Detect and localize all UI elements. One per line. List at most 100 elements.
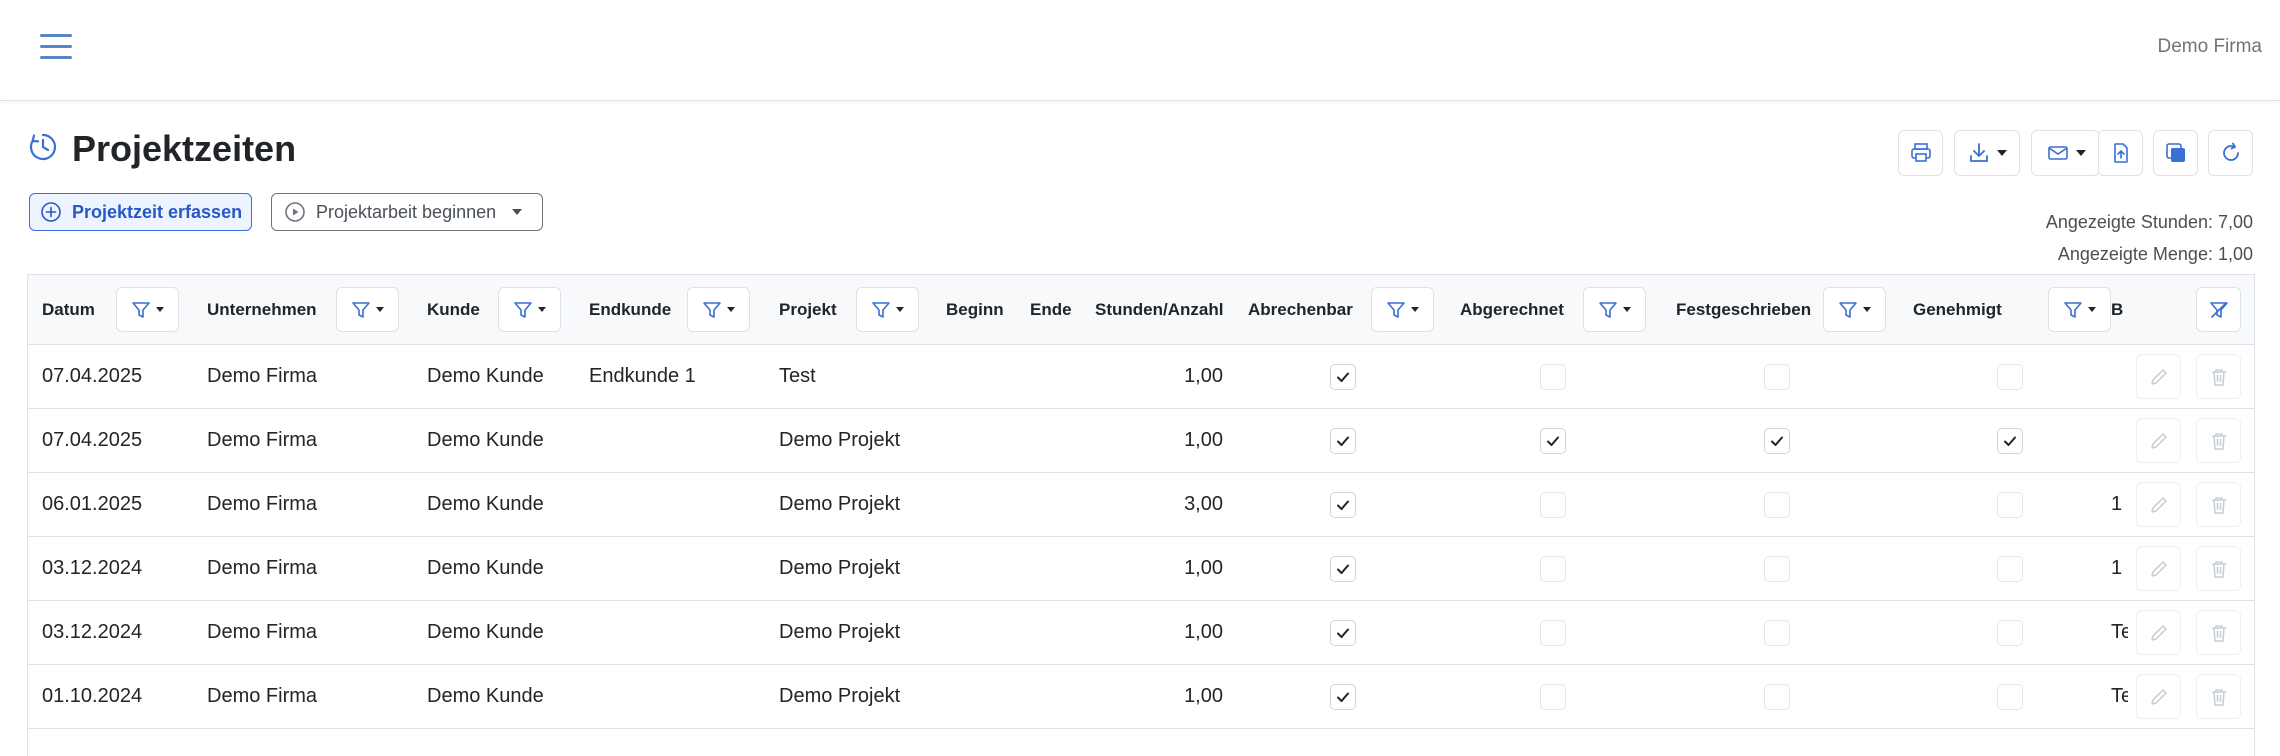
cell-kunde: Demo Kunde	[427, 429, 544, 451]
column-header-datum[interactable]: Datum	[42, 275, 95, 345]
caret-down-icon	[1411, 307, 1419, 312]
column-header-abgerechnet[interactable]: Abgerechnet	[1460, 275, 1564, 345]
top-navbar: Demo Firma	[0, 0, 2280, 101]
checkbox-abgerechnet[interactable]	[1540, 684, 1566, 710]
start-project-work-button[interactable]: Projektarbeit beginnen	[271, 193, 543, 231]
table-row[interactable]: 01.10.2024 Demo Firma Demo Kunde Demo Proje…	[28, 665, 2254, 729]
checkbox-genehmigt[interactable]	[1997, 364, 2023, 390]
copy-button[interactable]	[2153, 130, 2198, 176]
refresh-button[interactable]	[2208, 130, 2253, 176]
column-header-festgeschrieben[interactable]: Festgeschrieben	[1676, 275, 1811, 345]
checkbox-genehmigt[interactable]	[1997, 684, 2023, 710]
checkbox-genehmigt[interactable]	[1997, 428, 2023, 454]
delete-button[interactable]	[2196, 482, 2241, 527]
filter-abgerechnet-button[interactable]	[1583, 287, 1646, 332]
edit-button[interactable]	[2136, 482, 2181, 527]
funnel-icon	[132, 301, 150, 318]
table-row[interactable]: 07.04.2025 Demo Firma Demo Kunde Endkunde 1…	[28, 345, 2254, 409]
filter-festgeschrieben-button[interactable]	[1823, 287, 1886, 332]
filter-kunde-button[interactable]	[498, 287, 561, 332]
checkbox-festgeschrieben[interactable]	[1764, 364, 1790, 390]
delete-button[interactable]	[2196, 354, 2241, 399]
cell-datum: 06.01.2025	[42, 493, 143, 515]
company-name[interactable]: Demo Firma	[2157, 36, 2262, 58]
checkbox-abgerechnet[interactable]	[1540, 556, 1566, 582]
cell-endkunde	[589, 665, 769, 728]
checkbox-abrechenbar[interactable]	[1330, 428, 1356, 454]
column-header-b[interactable]: B	[2111, 275, 2123, 345]
checkbox-festgeschrieben[interactable]	[1764, 684, 1790, 710]
cell-datum: 03.12.2024	[42, 621, 143, 643]
edit-button[interactable]	[2136, 418, 2181, 463]
edit-button[interactable]	[2136, 610, 2181, 655]
filter-endkunde-button[interactable]	[687, 287, 750, 332]
filter-unternehmen-button[interactable]	[336, 287, 399, 332]
column-header-kunde[interactable]: Kunde	[427, 275, 480, 345]
clear-filters-button[interactable]	[2196, 287, 2241, 332]
edit-button[interactable]	[2136, 546, 2181, 591]
column-header-stunden[interactable]: Stunden/Anzahl	[1095, 275, 1223, 345]
checkbox-abrechenbar[interactable]	[1330, 684, 1356, 710]
checkmark-icon	[1547, 436, 1559, 446]
cell-projekt: Demo Projekt	[779, 685, 901, 707]
filter-abrechenbar-button[interactable]	[1371, 287, 1434, 332]
email-dropdown-button[interactable]	[2031, 130, 2100, 176]
column-header-beginn[interactable]: Beginn	[946, 275, 1004, 345]
checkbox-abgerechnet[interactable]	[1540, 364, 1566, 390]
edit-button[interactable]	[2136, 354, 2181, 399]
filter-genehmigt-button[interactable]	[2048, 287, 2111, 332]
delete-button[interactable]	[2196, 674, 2241, 719]
delete-button[interactable]	[2196, 610, 2241, 655]
filter-datum-button[interactable]	[116, 287, 179, 332]
upload-button[interactable]	[2098, 130, 2143, 176]
delete-button[interactable]	[2196, 546, 2241, 591]
download-dropdown-button[interactable]	[1954, 130, 2020, 176]
column-header-abrechenbar[interactable]: Abrechenbar	[1248, 275, 1353, 345]
checkbox-abgerechnet[interactable]	[1540, 620, 1566, 646]
table-row[interactable]: 06.01.2025 Demo Firma Demo Kunde Demo Proje…	[28, 473, 2254, 537]
checkbox-genehmigt[interactable]	[1997, 492, 2023, 518]
funnel-icon	[2064, 301, 2082, 318]
cell-b: 1	[2111, 557, 2123, 579]
table-row[interactable]: 07.04.2025 Demo Firma Demo Kunde Demo Proje…	[28, 409, 2254, 473]
checkbox-genehmigt[interactable]	[1997, 620, 2023, 646]
cell-b	[2111, 345, 2128, 408]
filter-projekt-button[interactable]	[856, 287, 919, 332]
checkbox-abrechenbar[interactable]	[1330, 620, 1356, 646]
edit-button[interactable]	[2136, 674, 2181, 719]
cell-kunde: Demo Kunde	[427, 557, 544, 579]
play-circle-icon	[285, 202, 305, 222]
checkbox-festgeschrieben[interactable]	[1764, 556, 1790, 582]
print-button[interactable]	[1898, 130, 1943, 176]
checkbox-abgerechnet[interactable]	[1540, 492, 1566, 518]
summary-quantity: Angezeigte Menge: 1,00	[2057, 244, 2253, 264]
checkbox-abrechenbar[interactable]	[1330, 556, 1356, 582]
table-row[interactable]: 03.12.2024 Demo Firma Demo Kunde Demo Proje…	[28, 601, 2254, 665]
checkbox-festgeschrieben[interactable]	[1764, 620, 1790, 646]
column-header-unternehmen[interactable]: Unternehmen	[207, 275, 317, 345]
checkbox-abrechenbar[interactable]	[1330, 492, 1356, 518]
table-row[interactable]: 03.12.2024 Demo Firma Demo Kunde Demo Proje…	[28, 537, 2254, 601]
column-header-ende[interactable]: Ende	[1030, 275, 1072, 345]
cell-stunden: 1,00	[1184, 621, 1223, 643]
checkbox-festgeschrieben[interactable]	[1764, 428, 1790, 454]
column-header-genehmigt[interactable]: Genehmigt	[1913, 275, 2002, 345]
checkbox-abgerechnet[interactable]	[1540, 428, 1566, 454]
checkbox-abrechenbar[interactable]	[1330, 364, 1356, 390]
column-header-projekt[interactable]: Projekt	[779, 275, 837, 345]
cell-stunden: 1,00	[1184, 685, 1223, 707]
download-icon	[1970, 143, 1988, 162]
checkbox-genehmigt[interactable]	[1997, 556, 2023, 582]
project-times-table: Datum Unternehmen Kunde Endkunde Projekt…	[27, 274, 2255, 756]
pencil-icon	[2150, 368, 2167, 385]
funnel-clear-icon	[2209, 301, 2228, 318]
funnel-icon	[1599, 301, 1617, 318]
add-project-time-button[interactable]: Projektzeit erfassen	[29, 193, 252, 231]
trash-icon	[2211, 368, 2226, 386]
checkbox-festgeschrieben[interactable]	[1764, 492, 1790, 518]
menu-icon[interactable]	[40, 34, 72, 62]
delete-button[interactable]	[2196, 418, 2241, 463]
cell-unternehmen: Demo Firma	[207, 557, 318, 579]
column-header-endkunde[interactable]: Endkunde	[589, 275, 671, 345]
cell-stunden: 1,00	[1184, 429, 1223, 451]
